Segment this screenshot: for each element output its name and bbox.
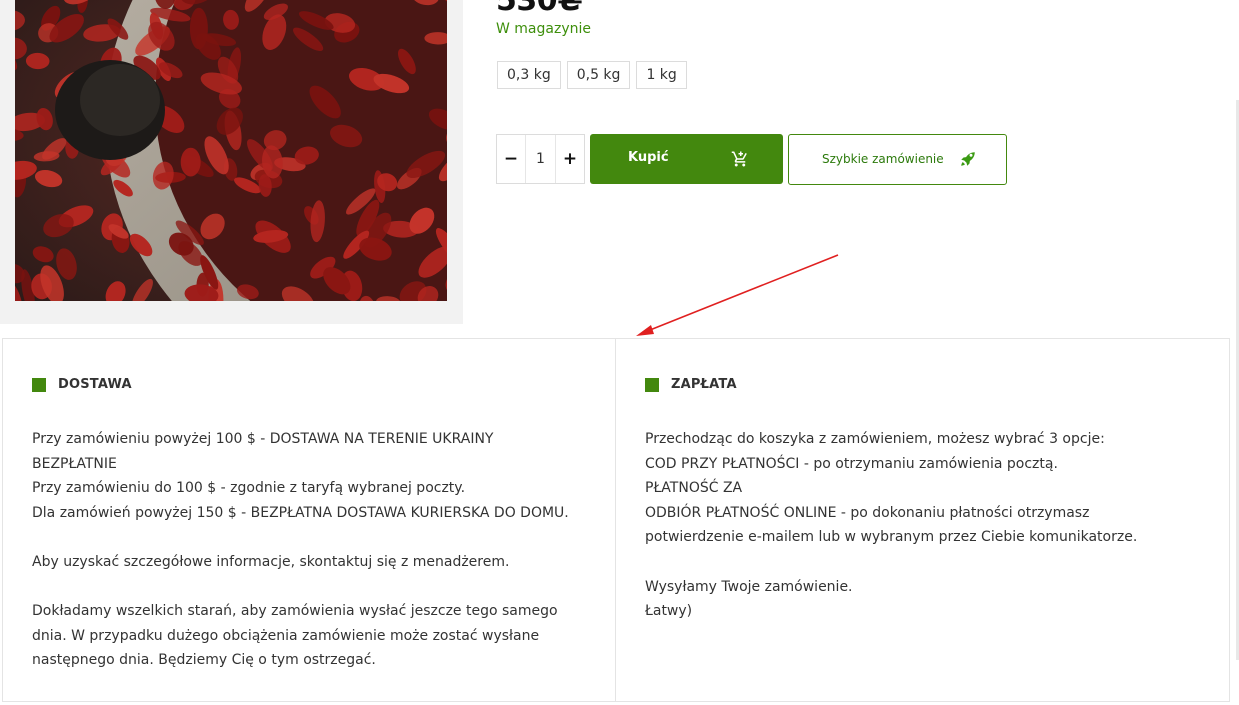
product-image-panel <box>0 0 463 324</box>
product-price: 530₴ <box>496 0 583 18</box>
delivery-header: DOSTAWA <box>32 377 132 392</box>
payment-panel: ZAPŁATA Przechodząc do koszyka z zamówie… <box>616 339 1229 701</box>
payment-title: ZAPŁATA <box>671 377 737 392</box>
delivery-panel: DOSTAWA Przy zamówieniu powyżej 100 $ - … <box>3 339 616 701</box>
text-line: Dla zamówień powyżej 150 $ - BEZPŁATNA D… <box>32 504 569 521</box>
green-square-icon <box>645 377 659 392</box>
delivery-text: Przy zamówieniu powyżej 100 $ - DOSTAWA … <box>32 427 592 673</box>
text-line: BEZPŁATNIE <box>32 455 117 472</box>
green-square-icon <box>32 377 46 392</box>
buy-button[interactable]: Kupić <box>590 134 783 184</box>
text-line: PŁATNOŚĆ ZA <box>645 480 743 497</box>
delivery-title: DOSTAWA <box>58 377 132 392</box>
text-line: Przechodząc do koszyka z zamówieniem, mo… <box>645 431 1105 447</box>
weight-options: 0,3 kg 0,5 kg 1 kg <box>497 61 687 89</box>
product-image[interactable] <box>15 0 447 301</box>
text-line: Łatwy) <box>645 603 693 620</box>
cart-icon <box>731 150 749 168</box>
text-line: Wysyłamy Twoje zamówienie. <box>645 578 853 595</box>
text-line: potwierdzenie e-mailem lub w wybranym pr… <box>645 529 1138 546</box>
info-section: DOSTAWA Przy zamówieniu powyżej 100 $ - … <box>2 338 1230 702</box>
text-line: Przy zamówieniu powyżej 100 $ - DOSTAWA … <box>32 431 494 447</box>
increment-button[interactable]: + <box>556 135 584 183</box>
text-line: następnego dnia. Będziemy Cię o tym ostr… <box>32 652 376 669</box>
text-line: Przy zamówieniu do 100 $ - zgodnie z tar… <box>32 480 466 497</box>
decrement-button[interactable]: − <box>497 135 525 183</box>
weight-option-1kg[interactable]: 1 kg <box>636 61 687 89</box>
quick-order-label: Szybkie zamówienie <box>822 152 944 166</box>
text-line: Aby uzyskać szczegółowe informacje, skon… <box>32 553 510 570</box>
buy-button-label: Kupić <box>628 150 669 165</box>
rocket-icon <box>959 150 977 168</box>
weight-option-0-5kg[interactable]: 0,5 kg <box>566 61 631 89</box>
quick-order-button[interactable]: Szybkie zamówienie <box>788 134 1007 185</box>
quantity-input[interactable]: 1 <box>525 135 556 183</box>
text-line: COD PRZY PŁATNOŚCI - po otrzymaniu zamów… <box>645 455 1058 472</box>
payment-header: ZAPŁATA <box>645 377 737 392</box>
weight-option-0-3kg[interactable]: 0,3 kg <box>497 61 561 89</box>
text-line: Dokładamy wszelkich starań, aby zamówien… <box>32 603 558 620</box>
quantity-stepper: − 1 + <box>496 134 585 184</box>
payment-text: Przechodząc do koszyka z zamówieniem, mo… <box>645 427 1205 624</box>
goji-berries-photo <box>15 0 447 301</box>
text-line: ODBIÓR PŁATNOŚĆ ONLINE - po dokonaniu pł… <box>645 504 1090 521</box>
text-line: dnia. W przypadku dużego obciążenia zamó… <box>32 627 540 644</box>
stock-status: W magazynie <box>496 21 591 37</box>
